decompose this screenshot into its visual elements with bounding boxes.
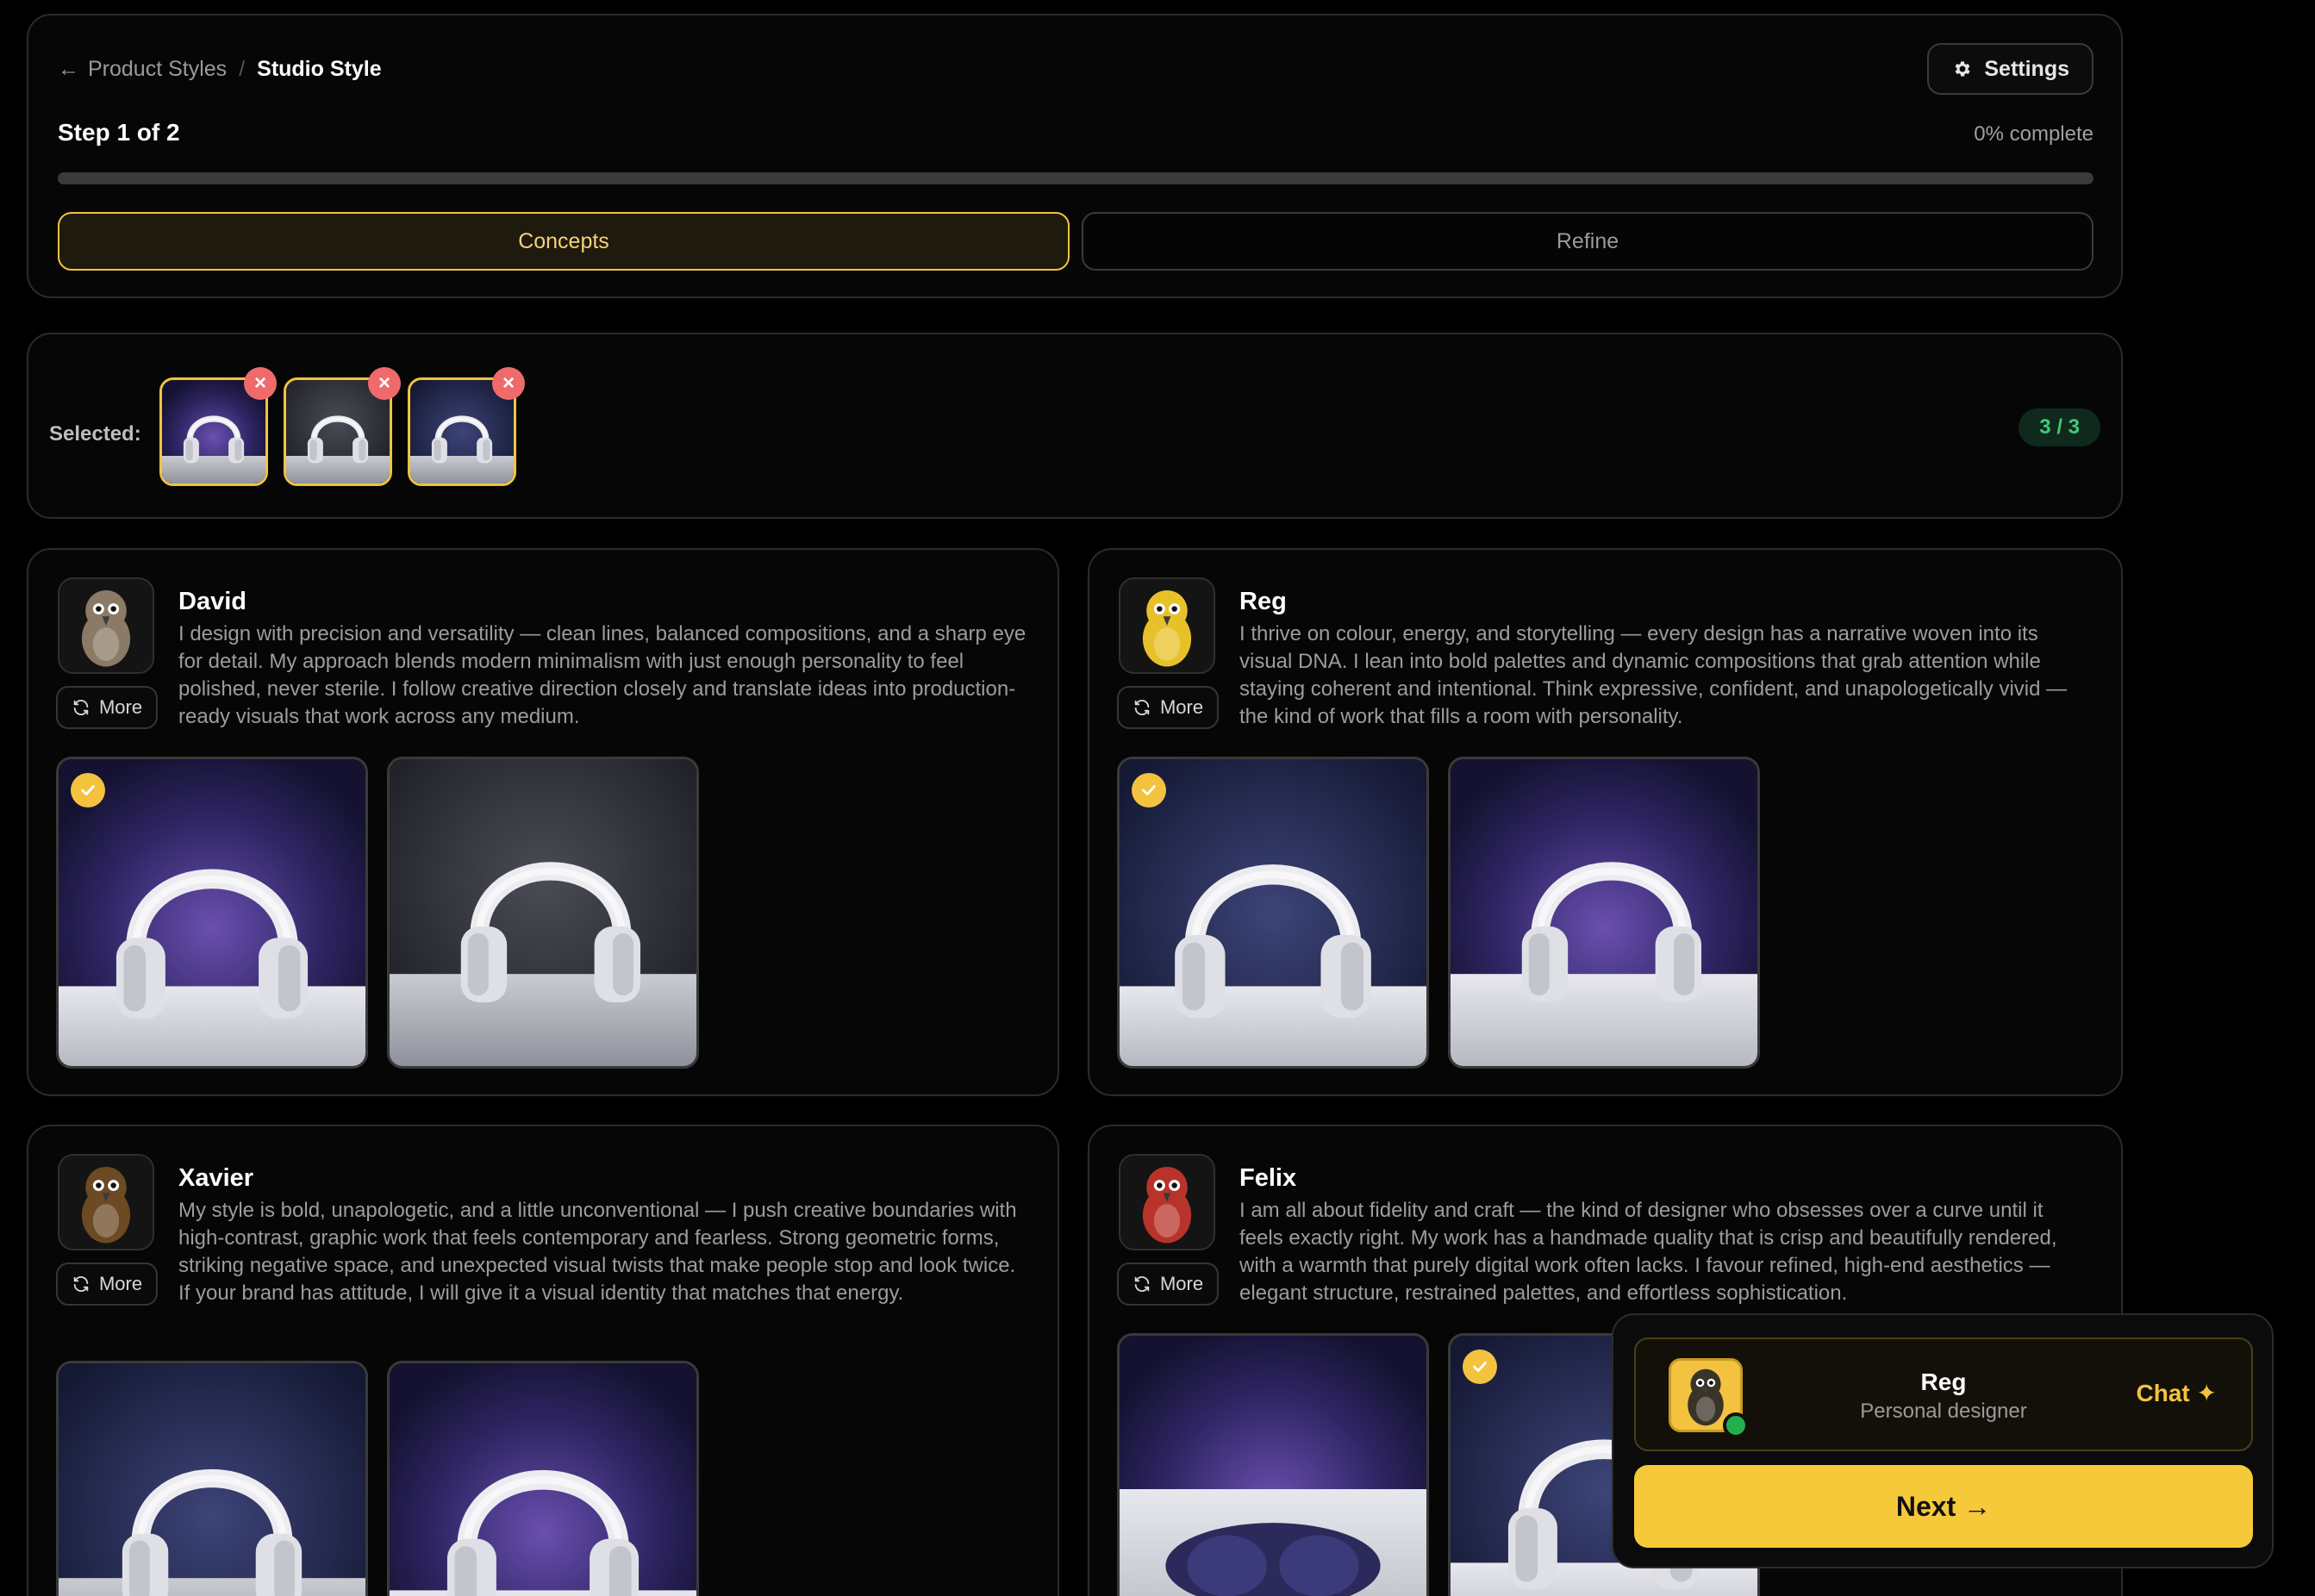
selected-thumbnail[interactable]: × [159, 367, 277, 486]
more-label: More [1159, 696, 1204, 718]
chat-widget: Reg Personal designer Chat ✦ Next → [1612, 1313, 2274, 1568]
concept-image[interactable] [56, 1361, 368, 1596]
more-button[interactable]: More [56, 686, 158, 729]
more-label: More [98, 1273, 143, 1294]
remove-selection-button[interactable]: × [244, 367, 277, 400]
more-button[interactable]: More [56, 1262, 158, 1306]
designer-bio: I design with precision and versatility … [178, 622, 1026, 728]
tab-refine-label: Refine [1556, 228, 1619, 253]
designer-name: Xavier [178, 1164, 254, 1192]
breadcrumb-separator: / [239, 57, 246, 81]
concept-image[interactable] [1117, 757, 1429, 1069]
designer-name: David [178, 588, 246, 615]
breadcrumb-back-label: Product Styles [88, 57, 228, 81]
header-panel: ← Product Styles / Studio Style Settings… [27, 14, 2123, 298]
designer-name: Felix [1239, 1164, 1297, 1192]
refresh-icon [72, 1275, 90, 1294]
arrow-left-icon: ← [58, 57, 79, 81]
remove-selection-button[interactable]: × [368, 367, 401, 400]
check-icon [1463, 1350, 1497, 1384]
designer-avatar [58, 577, 154, 674]
designer-name: Reg [1239, 588, 1287, 615]
chat-button[interactable]: Chat ✦ [2137, 1379, 2217, 1407]
next-button[interactable]: Next → [1634, 1465, 2253, 1548]
breadcrumb-back-link[interactable]: ← Product Styles [58, 57, 227, 82]
concept-image[interactable] [1117, 1333, 1429, 1596]
refresh-icon [1133, 698, 1151, 717]
breadcrumb-current: Studio Style [257, 57, 382, 81]
designer-bio: My style is bold, unapologetic, and a li… [178, 1199, 1017, 1305]
designer-avatar [1119, 577, 1215, 674]
tab-refine[interactable]: Refine [1082, 212, 2093, 271]
tab-concepts-label: Concepts [518, 228, 609, 253]
concept-image[interactable] [56, 757, 368, 1069]
more-button[interactable]: More [1117, 686, 1219, 729]
step-label: Step 1 of 2 [58, 119, 180, 146]
designer-chat-card[interactable]: Reg Personal designer Chat ✦ [1634, 1337, 2253, 1451]
settings-label: Settings [1984, 56, 2069, 81]
concept-image[interactable] [387, 757, 699, 1069]
selection-count-badge: 3 / 3 [2019, 408, 2100, 446]
designer-bio: I am all about fidelity and craft — the … [1239, 1199, 2057, 1305]
refresh-icon [72, 698, 90, 717]
designer-bio: I thrive on colour, energy, and storytel… [1239, 622, 2068, 728]
selected-thumbnail[interactable]: × [408, 367, 525, 486]
concept-image[interactable] [1448, 757, 1760, 1069]
refresh-icon [1133, 1275, 1151, 1294]
designer-avatar [1119, 1154, 1215, 1250]
selected-thumbnail[interactable]: × [284, 367, 401, 486]
settings-button[interactable]: Settings [1927, 43, 2093, 95]
progress-text: 0% complete [1974, 122, 2093, 146]
designer-card-reg: More Reg I thrive on colour, energy, and… [1088, 548, 2123, 1096]
gear-icon [1955, 61, 1970, 77]
progress-bar [58, 172, 2093, 184]
selected-panel: Selected: × × × 3 / 3 [27, 333, 2123, 519]
tab-concepts[interactable]: Concepts [58, 212, 1070, 271]
designer-card-xavier: More Xavier My style is bold, unapologet… [27, 1125, 1059, 1596]
check-icon [71, 773, 105, 807]
more-label: More [1159, 1273, 1204, 1294]
breadcrumb: ← Product Styles / Studio Style [58, 57, 382, 82]
more-label: More [98, 696, 143, 718]
designer-avatar [58, 1154, 154, 1250]
concept-image[interactable] [387, 1361, 699, 1596]
more-button[interactable]: More [1117, 1262, 1219, 1306]
remove-selection-button[interactable]: × [492, 367, 525, 400]
selected-label: Selected: [49, 422, 141, 446]
check-icon [1132, 773, 1166, 807]
designer-card-david: More David I design with precision and v… [27, 548, 1059, 1096]
